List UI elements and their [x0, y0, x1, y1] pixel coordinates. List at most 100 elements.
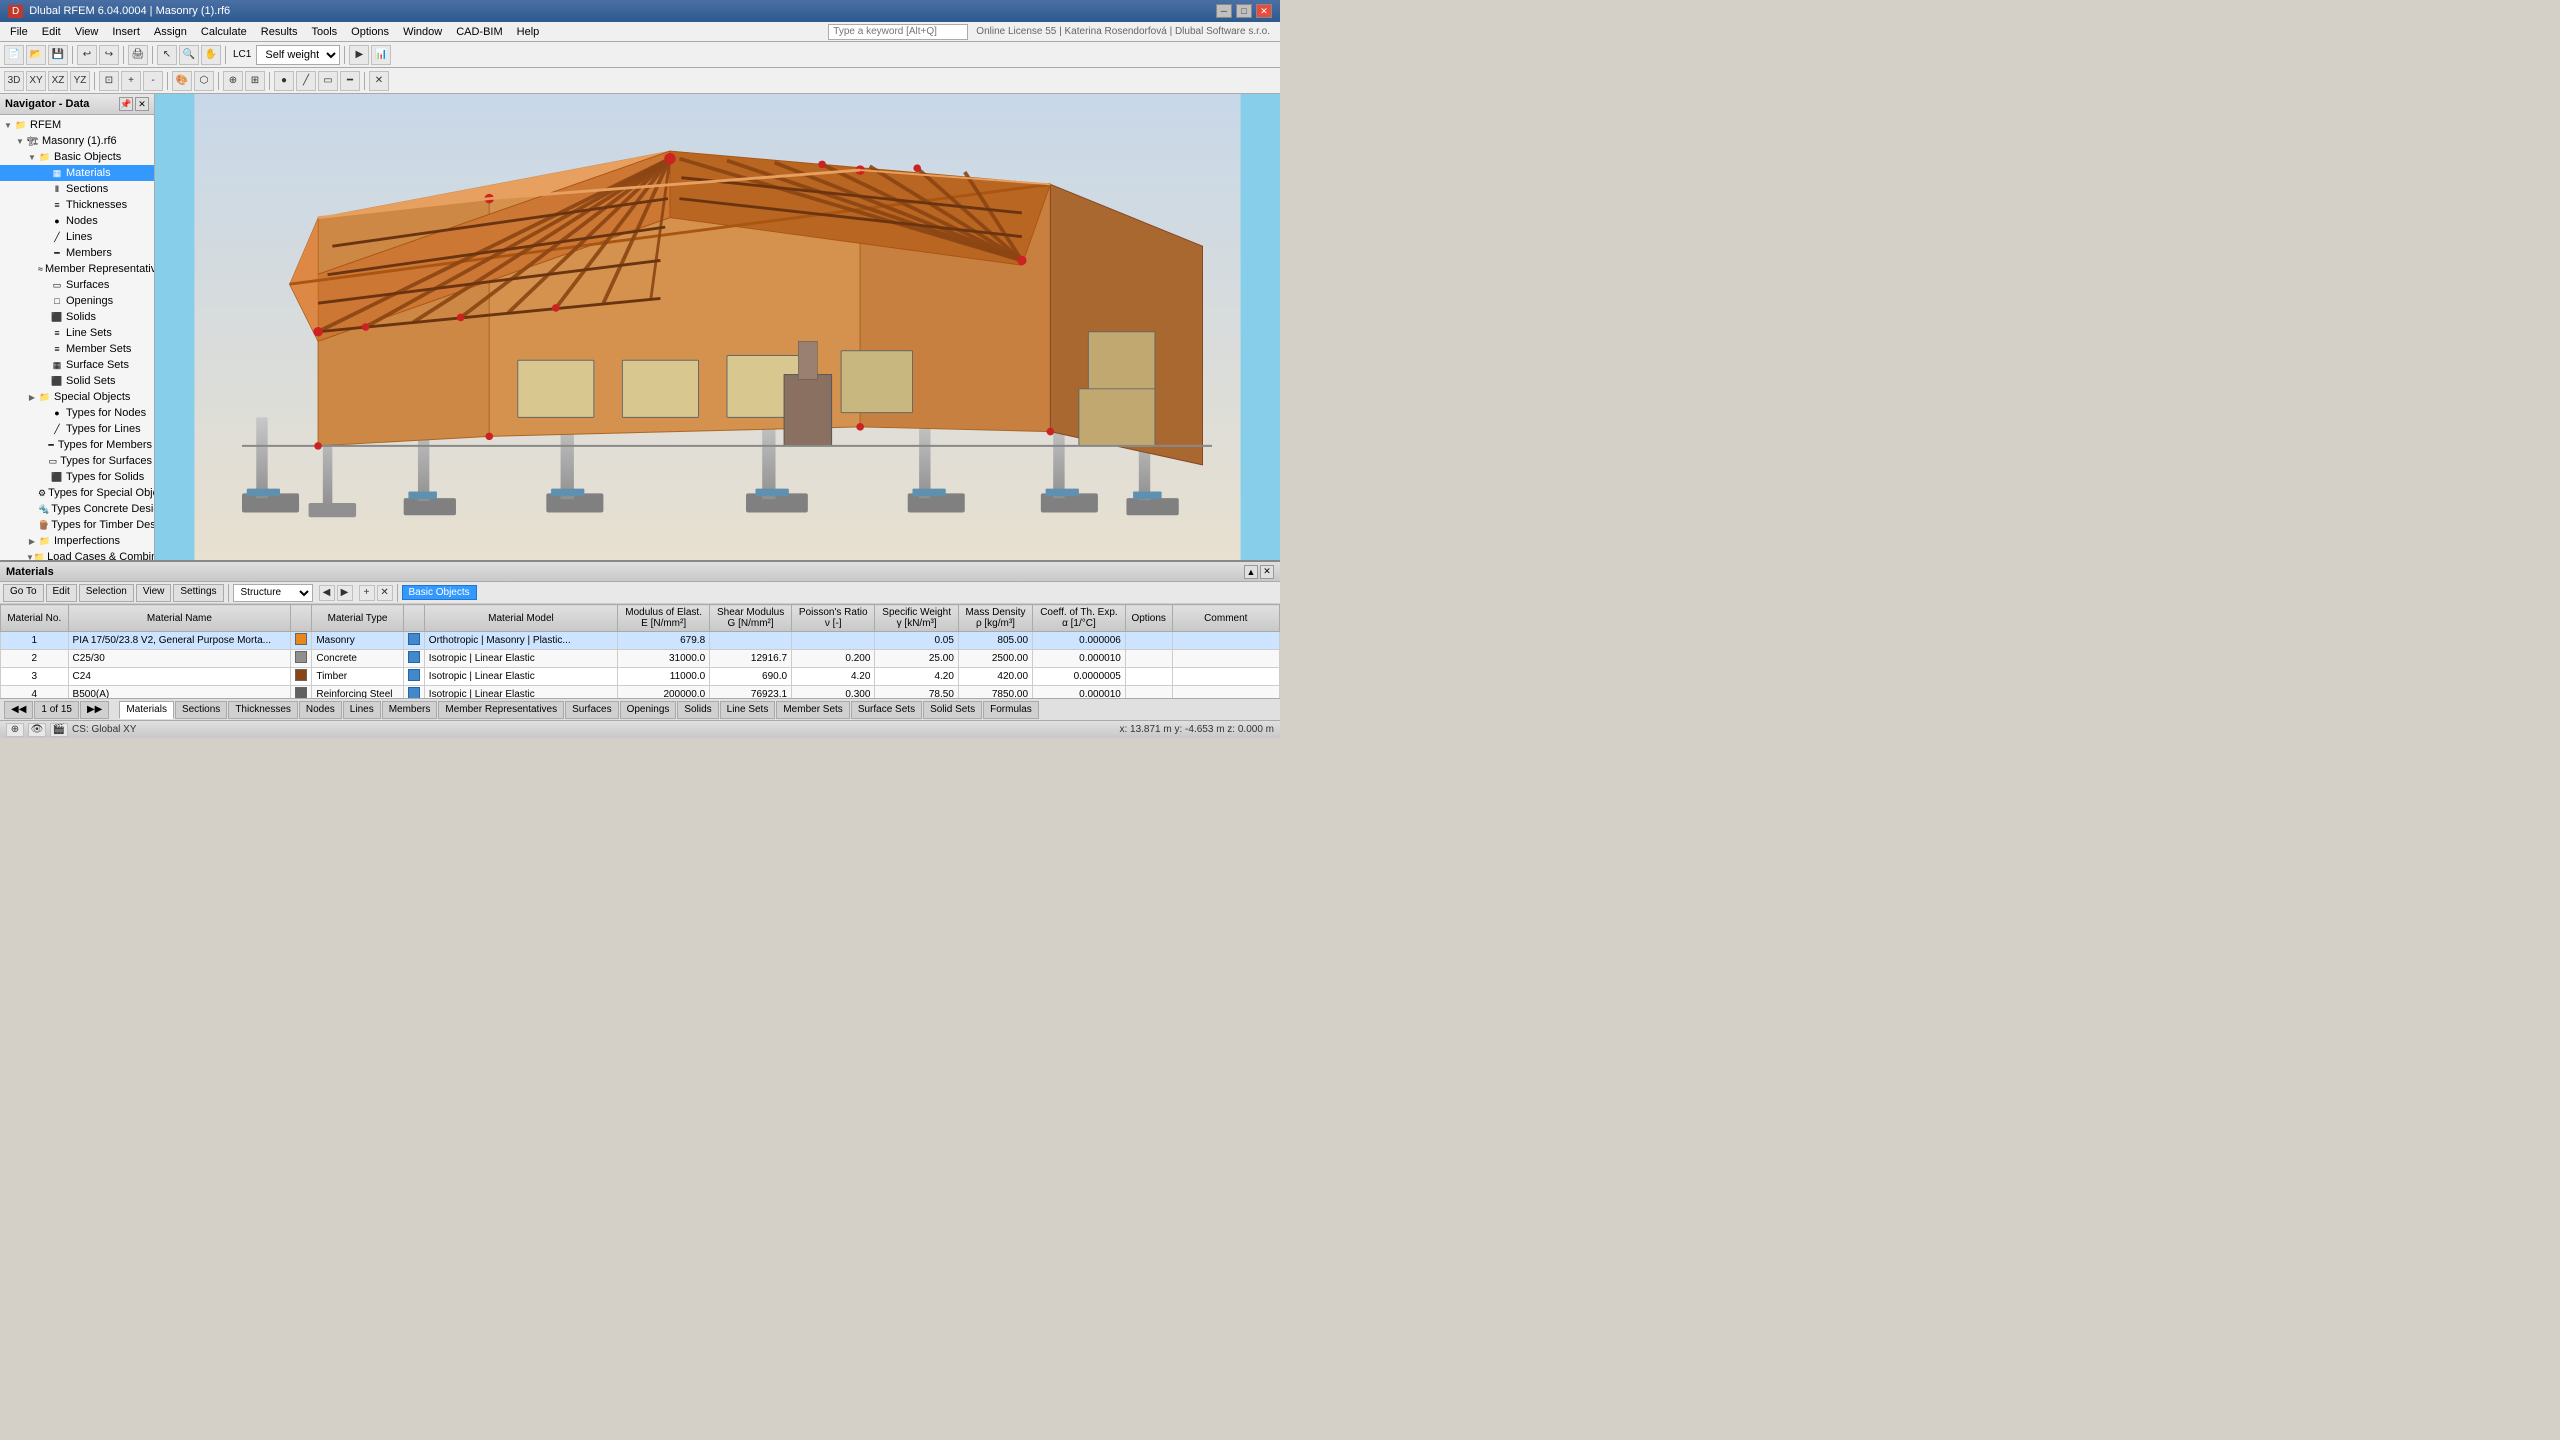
tab-formulas[interactable]: Formulas [983, 701, 1039, 719]
search-input[interactable] [828, 24, 968, 40]
tree-types-concrete[interactable]: 🔩 Types Concrete Design [0, 501, 154, 517]
view-btn[interactable]: View [136, 584, 172, 602]
tab-lines[interactable]: Lines [343, 701, 381, 719]
tree-types-timber[interactable]: 🪵 Types for Timber Design [0, 517, 154, 533]
save-btn[interactable]: 💾 [48, 45, 68, 65]
tab-surface-sets[interactable]: Surface Sets [851, 701, 922, 719]
tree-solid-sets[interactable]: ⬛ Solid Sets [0, 373, 154, 389]
minimize-button[interactable]: ─ [1216, 4, 1232, 18]
tree-lines[interactable]: ╱ Lines [0, 229, 154, 245]
status-btn3[interactable]: 🎬 [50, 723, 68, 737]
select-btn[interactable]: ↖ [157, 45, 177, 65]
menu-calculate[interactable]: Calculate [195, 24, 253, 40]
tree-types-surfaces[interactable]: ▭ Types for Surfaces [0, 453, 154, 469]
tree-special-objects[interactable]: ▶ 📁 Special Objects [0, 389, 154, 405]
edit-btn[interactable]: Edit [46, 584, 77, 602]
tree-materials[interactable]: ▦ Materials [0, 165, 154, 181]
viewport-3d[interactable] [155, 94, 1280, 560]
selection-btn[interactable]: Selection [79, 584, 134, 602]
goto-btn[interactable]: Go To [3, 584, 44, 602]
pan-btn[interactable]: ✋ [201, 45, 221, 65]
tree-thicknesses[interactable]: ≡ Thicknesses [0, 197, 154, 213]
tree-sections[interactable]: Ⅱ Sections [0, 181, 154, 197]
redo-btn[interactable]: ↪ [99, 45, 119, 65]
wire-btn[interactable]: ⬡ [194, 71, 214, 91]
snap-btn[interactable]: ⊕ [223, 71, 243, 91]
print-btn[interactable]: 🖨 [128, 45, 148, 65]
tab-nav-first[interactable]: ◀◀ [4, 701, 33, 719]
menu-results[interactable]: Results [255, 24, 304, 40]
status-btn2[interactable]: 👁 [28, 723, 46, 737]
zoom-out-btn[interactable]: - [143, 71, 163, 91]
fit-btn[interactable]: ⊡ [99, 71, 119, 91]
tree-members[interactable]: ━ Members [0, 245, 154, 261]
calc-btn[interactable]: ▶ [349, 45, 369, 65]
panel-close-btn[interactable]: ✕ [1260, 565, 1274, 579]
tab-nodes[interactable]: Nodes [299, 701, 342, 719]
tab-solid-sets[interactable]: Solid Sets [923, 701, 982, 719]
menu-tools[interactable]: Tools [305, 24, 343, 40]
maximize-button[interactable]: □ [1236, 4, 1252, 18]
basic-objects-badge[interactable]: Basic Objects [402, 585, 477, 600]
view-3d-btn[interactable]: 3D [4, 71, 24, 91]
member-btn[interactable]: ━ [340, 71, 360, 91]
menu-edit[interactable]: Edit [36, 24, 67, 40]
tree-imperfections[interactable]: ▶ 📁 Imperfections [0, 533, 154, 549]
close-button[interactable]: ✕ [1256, 4, 1272, 18]
menu-assign[interactable]: Assign [148, 24, 193, 40]
tree-types-nodes[interactable]: ● Types for Nodes [0, 405, 154, 421]
tab-materials[interactable]: Materials [119, 701, 174, 719]
tree-item-model[interactable]: ▼ 🏗 Masonry (1).rf6 [0, 133, 154, 149]
del-btn[interactable]: ✕ [369, 71, 389, 91]
open-btn[interactable]: 📂 [26, 45, 46, 65]
filter-dropdown[interactable]: Structure [233, 584, 313, 602]
view-xz-btn[interactable]: XZ [48, 71, 68, 91]
tab-nav-last[interactable]: ▶▶ [80, 701, 109, 719]
menu-view[interactable]: View [69, 24, 105, 40]
surface-btn[interactable]: ▭ [318, 71, 338, 91]
settings-btn[interactable]: Settings [173, 584, 223, 602]
table-row[interactable]: 4 B500(A) Reinforcing Steel Isotropic | … [1, 686, 1280, 699]
tree-member-reps[interactable]: ≈ Member Representatives [0, 261, 154, 277]
menu-help[interactable]: Help [511, 24, 546, 40]
tab-solids[interactable]: Solids [677, 701, 718, 719]
tab-thicknesses[interactable]: Thicknesses [228, 701, 298, 719]
nav-next-btn[interactable]: ▶ [337, 585, 353, 601]
zoom-btn[interactable]: 🔍 [179, 45, 199, 65]
tree-openings[interactable]: □ Openings [0, 293, 154, 309]
tree-surfaces[interactable]: ▭ Surfaces [0, 277, 154, 293]
nav-prev-btn[interactable]: ◀ [319, 585, 335, 601]
menu-options[interactable]: Options [345, 24, 395, 40]
tree-item-rfem[interactable]: ▼ 📁 RFEM [0, 117, 154, 133]
tab-surfaces[interactable]: Surfaces [565, 701, 618, 719]
view-yz-btn[interactable]: YZ [70, 71, 90, 91]
new-btn[interactable]: 📄 [4, 45, 24, 65]
tree-surface-sets[interactable]: ▦ Surface Sets [0, 357, 154, 373]
zoom-in-btn[interactable]: + [121, 71, 141, 91]
tree-types-members[interactable]: ━ Types for Members [0, 437, 154, 453]
nav-pin-btn[interactable]: 📌 [119, 97, 133, 111]
tree-types-solids[interactable]: ⬛ Types for Solids [0, 469, 154, 485]
tree-types-lines[interactable]: ╱ Types for Lines [0, 421, 154, 437]
grid-btn[interactable]: ⊞ [245, 71, 265, 91]
render-btn[interactable]: 🎨 [172, 71, 192, 91]
tab-member-sets[interactable]: Member Sets [776, 701, 849, 719]
menu-window[interactable]: Window [397, 24, 448, 40]
panel-expand-btn[interactable]: ▲ [1244, 565, 1258, 579]
tree-member-sets[interactable]: ≡ Member Sets [0, 341, 154, 357]
results-btn[interactable]: 📊 [371, 45, 391, 65]
tab-line-sets[interactable]: Line Sets [720, 701, 776, 719]
tab-openings[interactable]: Openings [620, 701, 677, 719]
table-row[interactable]: 1 PIA 17/50/23.8 V2, General Purpose Mor… [1, 632, 1280, 650]
tree-line-sets[interactable]: ≡ Line Sets [0, 325, 154, 341]
add-row-btn[interactable]: + [359, 585, 375, 601]
table-row[interactable]: 3 C24 Timber Isotropic | Linear Elastic … [1, 668, 1280, 686]
menu-cad-bim[interactable]: CAD-BIM [450, 24, 508, 40]
nav-close-btn[interactable]: ✕ [135, 97, 149, 111]
tab-members[interactable]: Members [382, 701, 438, 719]
tab-sections[interactable]: Sections [175, 701, 227, 719]
status-btn1[interactable]: ⊕ [6, 723, 24, 737]
line-btn[interactable]: ╱ [296, 71, 316, 91]
menu-file[interactable]: File [4, 24, 34, 40]
tree-types-special[interactable]: ⚙ Types for Special Objects [0, 485, 154, 501]
